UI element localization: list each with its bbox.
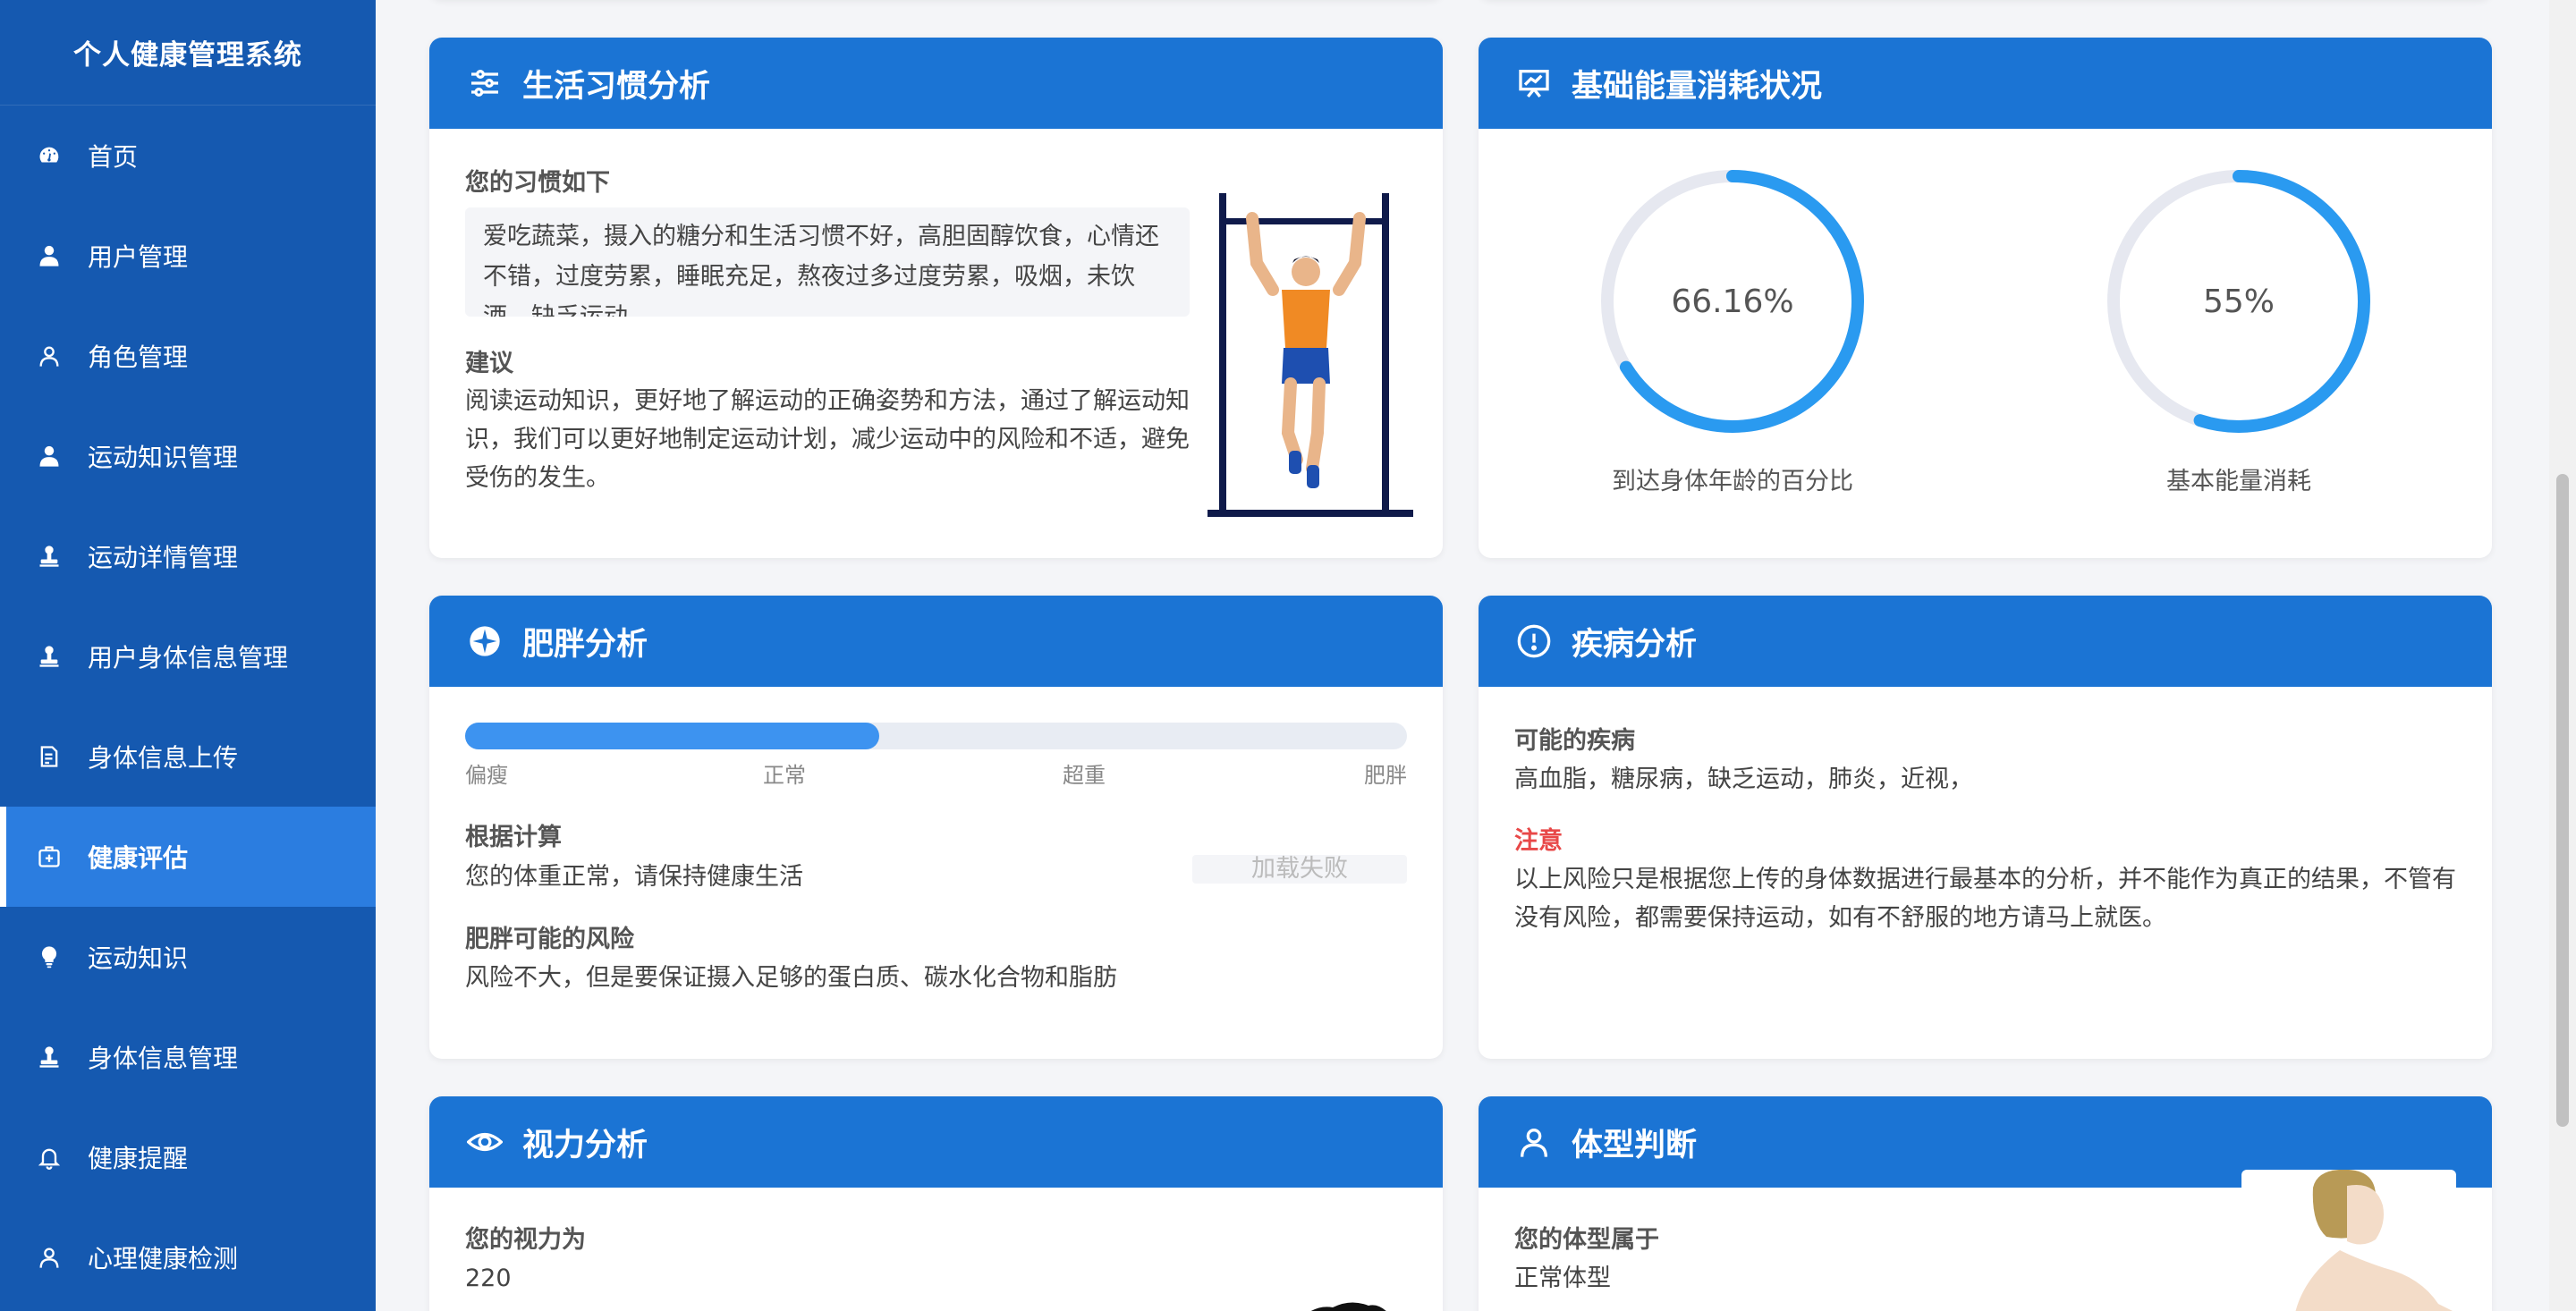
sidebar: 个人健康管理系统 首页用户管理角色管理运动知识管理 运动详情管理用户身体信息管理身…: [0, 0, 376, 1311]
risk-text: 风险不大，但是要保证摄入足够的蛋白质、碳水化合物和脂肪: [465, 964, 1117, 992]
bell-icon: [36, 1144, 63, 1171]
sidebar-item-label: 身体信息上传: [88, 743, 239, 773]
energy-card: 基础能量消耗状况 66.16% 到达身体年龄的百分比 55% 基本能量消耗: [1479, 38, 2492, 558]
possible-disease-text: 高血脂，糖尿病，缺乏运动，肺炎，近视，: [1514, 765, 1973, 793]
pullup-illustration: [1208, 193, 1413, 517]
advice-text: 阅读运动知识，更好地了解运动的正确姿势和方法，通过了解运动知识，我们可以更好地制…: [465, 387, 1190, 492]
alert-circle-icon: [1517, 624, 1551, 658]
sidebar-item-11[interactable]: 心理健康检测: [0, 1207, 376, 1307]
obesity-progress-bar: [465, 723, 1407, 749]
medical-box-icon: [36, 843, 63, 870]
obesity-card-header: 肥胖分析: [429, 596, 1443, 687]
sidebar-item-label: 健康评估: [88, 843, 189, 873]
sidebar-item-label: 健康提醒: [88, 1144, 189, 1173]
calc-label: 根据计算: [465, 824, 562, 851]
sidebar-item-label: 用户身体信息管理: [88, 643, 289, 672]
compass-icon: [470, 626, 500, 656]
disease-card: 疾病分析 可能的疾病 高血脂，糖尿病，缺乏运动，肺炎，近视， 注意 以上风险只是…: [1479, 596, 2492, 1059]
ring-energy: 55% 基本能量消耗: [2100, 163, 2377, 496]
vision-label: 您的视力为: [465, 1226, 586, 1254]
eye-icon: [467, 1133, 503, 1151]
sidebar-item-0[interactable]: 首页: [0, 106, 376, 206]
sidebar-item-label: 角色管理: [88, 343, 189, 372]
bodytype-value: 正常体型: [1514, 1264, 1611, 1292]
disease-title: 疾病分析: [1572, 626, 1698, 663]
possible-disease-label: 可能的疾病: [1514, 727, 1635, 755]
app-title: 个人健康管理系统: [0, 0, 376, 106]
habits-title: 生活习惯分析: [522, 68, 711, 105]
sidebar-item-3[interactable]: 运动知识管理: [0, 406, 376, 506]
stamp-icon: [36, 643, 63, 670]
sidebar-item-label: 运动知识管理: [88, 443, 239, 472]
sidebar-item-label: 用户管理: [88, 242, 189, 272]
scrollbar-thumb[interactable]: [2556, 474, 2569, 1127]
dashboard-icon: [36, 142, 63, 169]
note-label: 注意: [1514, 827, 1563, 855]
risk-label: 肥胖可能的风险: [465, 926, 634, 953]
vision-illustration: [1310, 1302, 1386, 1311]
main-content: 生活习惯分析 您的习惯如下 爱吃蔬菜，摄入的糖分和生活习惯不好，高胆固醇饮食，心…: [376, 0, 2549, 1311]
sidebar-item-8[interactable]: 运动知识: [0, 907, 376, 1007]
sliders-icon: [471, 70, 498, 97]
tick-obese: 肥胖: [1364, 763, 1407, 788]
user-outline-icon: [1521, 1129, 1547, 1157]
habit-text: 爱吃蔬菜，摄入的糖分和生活习惯不好，高胆固醇饮食，心情还不错，过度劳累，睡眠充足…: [465, 207, 1190, 317]
disease-card-header: 疾病分析: [1479, 596, 2492, 687]
obesity-title: 肥胖分析: [522, 626, 648, 663]
ring-age-percent-label: 到达身体年龄的百分比: [1612, 468, 1853, 495]
calc-text: 您的体重正常，请保持健康生活: [465, 863, 803, 891]
tick-underweight: 偏瘦: [465, 763, 508, 788]
vision-card: 视力分析 您的视力为 220: [429, 1096, 1443, 1311]
bodytype-title: 体型判断: [1572, 1127, 1698, 1163]
sidebar-item-label: 运动知识: [88, 943, 189, 973]
tick-overweight: 超重: [1063, 763, 1106, 788]
sidebar-item-2[interactable]: 角色管理: [0, 306, 376, 406]
advice-label: 建议: [465, 350, 513, 377]
scrollbar[interactable]: [2549, 0, 2576, 1311]
sidebar-item-1[interactable]: 用户管理: [0, 206, 376, 306]
sidebar-item-9[interactable]: 身体信息管理: [0, 1007, 376, 1107]
user-outline-icon: [36, 1244, 63, 1271]
vision-value: 220: [465, 1264, 512, 1292]
sidebar-item-label: 运动详情管理: [88, 543, 239, 572]
sidebar-item-4[interactable]: 运动详情管理: [0, 506, 376, 606]
user-icon: [36, 443, 63, 469]
stamp-icon: [36, 1044, 63, 1070]
sidebar-item-label: 身体信息管理: [88, 1044, 239, 1073]
habits-card: 生活习惯分析 您的习惯如下 爱吃蔬菜，摄入的糖分和生活习惯不好，高胆固醇饮食，心…: [429, 38, 1443, 558]
habits-card-header: 生活习惯分析: [429, 38, 1443, 129]
sidebar-item-6[interactable]: 身体信息上传: [0, 706, 376, 807]
sidebar-item-label: 心理健康检测: [88, 1244, 239, 1273]
presentation-chart-icon: [1519, 70, 1549, 98]
vision-card-header: 视力分析: [429, 1096, 1443, 1188]
bodytype-illustration: [2241, 1170, 2456, 1311]
image-load-failed: 加载失败: [1192, 855, 1407, 884]
document-icon: [36, 743, 63, 770]
tick-normal: 正常: [763, 763, 806, 788]
user-icon: [36, 242, 63, 269]
sidebar-menu: 首页用户管理角色管理运动知识管理 运动详情管理用户身体信息管理 身体信息上传 健康评估…: [0, 106, 376, 1307]
user-outline-icon: [36, 343, 63, 369]
sidebar-item-5[interactable]: 用户身体信息管理: [0, 606, 376, 706]
sidebar-item-label: 首页: [88, 142, 139, 172]
habit-label: 您的习惯如下: [465, 169, 610, 197]
sidebar-item-10[interactable]: 健康提醒: [0, 1107, 376, 1207]
obesity-progress-fill: [465, 723, 880, 749]
ring-age-percent: 66.16% 到达身体年龄的百分比: [1594, 163, 1871, 496]
vision-title: 视力分析: [522, 1127, 648, 1163]
bodytype-card: 体型判断 您的体型属于 正常体型: [1479, 1096, 2492, 1311]
ring-energy-label: 基本能量消耗: [2166, 468, 2311, 495]
bodytype-label: 您的体型属于: [1514, 1226, 1659, 1254]
stamp-icon: [36, 543, 63, 570]
energy-card-header: 基础能量消耗状况: [1479, 38, 2492, 129]
obesity-card: 肥胖分析 偏瘦 正常 超重 肥胖 根据计算 您的体重正常，请保持健康生活 加载失…: [429, 596, 1443, 1059]
note-text: 以上风险只是根据您上传的身体数据进行最基本的分析，并不能作为真正的结果，不管有没…: [1514, 866, 2456, 932]
ring-energy-value: 55%: [2202, 283, 2275, 320]
lightbulb-icon: [36, 943, 63, 970]
sidebar-item-7[interactable]: 健康评估: [0, 807, 376, 907]
ring-age-percent-value: 66.16%: [1671, 283, 1794, 320]
energy-title: 基础能量消耗状况: [1572, 68, 1823, 105]
